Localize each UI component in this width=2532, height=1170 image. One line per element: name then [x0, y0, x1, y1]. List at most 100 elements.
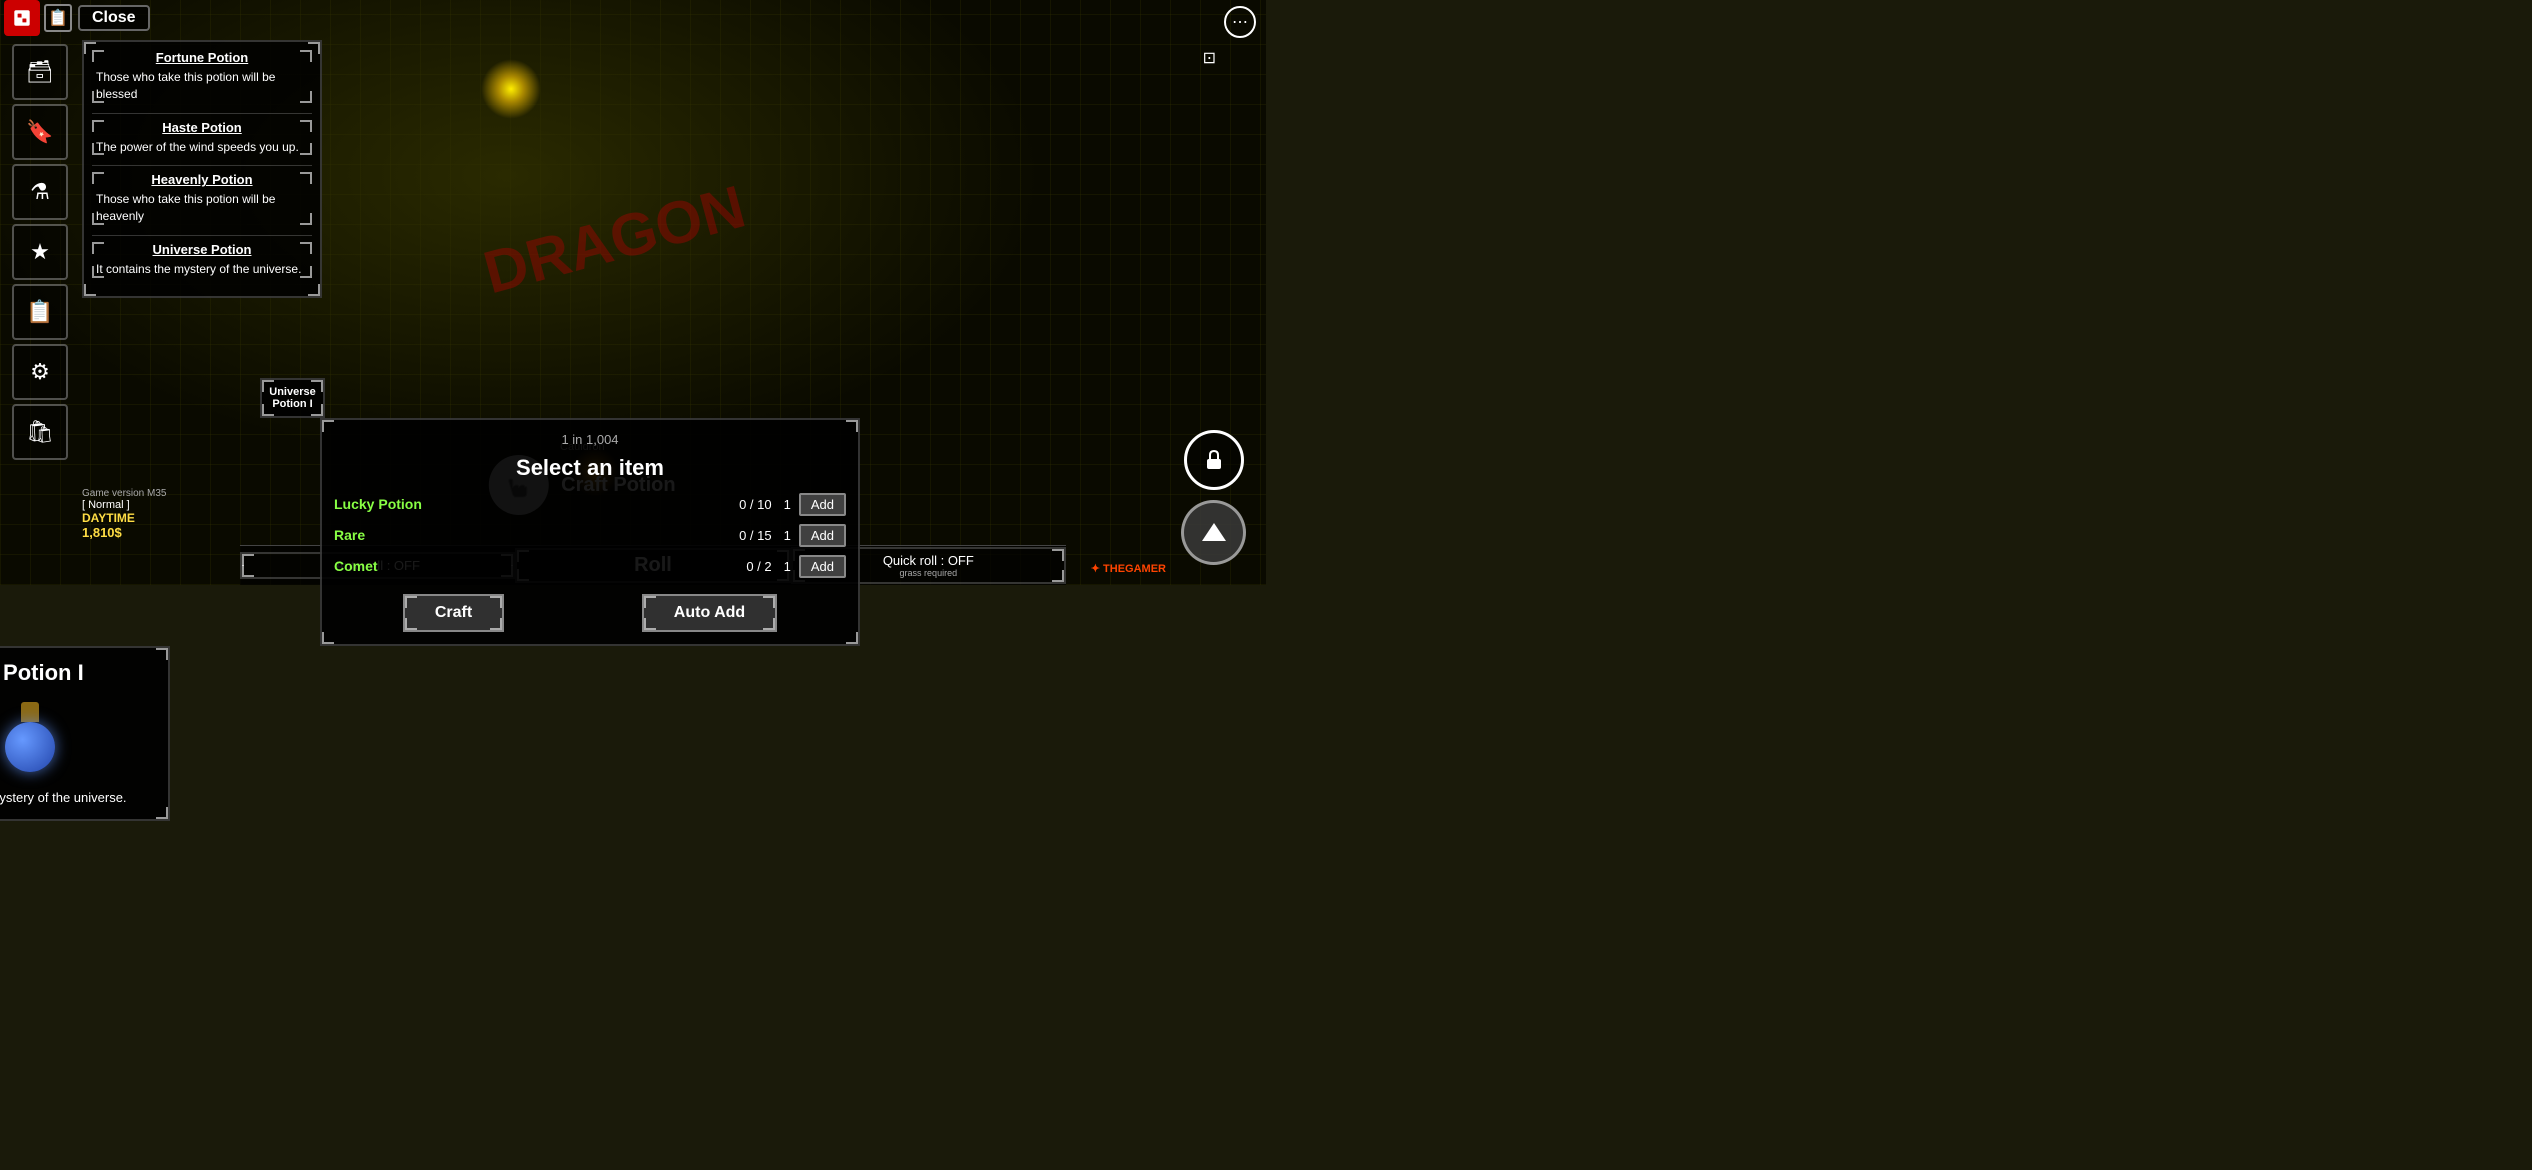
add-button-rare[interactable]: Add: [799, 524, 846, 547]
item-count-rare: 0 / 15: [739, 528, 772, 543]
right-panel: Universe Potion I It contains the myster…: [0, 646, 170, 822]
fortune-potion-name: Fortune Potion: [92, 50, 312, 65]
money-label: 1,810$: [82, 525, 166, 540]
corner-tr: [1052, 549, 1064, 561]
corner-tl: [92, 50, 104, 62]
corner-br: [763, 618, 775, 630]
left-sidebar: 🗃 🔖 ⚗ ★ 📋 ⚙ 🛍: [0, 40, 80, 585]
corner-br: [156, 807, 168, 819]
thegamer-logo: ✦ THEGAMER: [1091, 562, 1166, 575]
sidebar-icon-bookmark[interactable]: 🔖: [12, 104, 68, 160]
haste-potion-entry: Haste Potion The power of the wind speed…: [92, 120, 312, 156]
corner-tl: [405, 596, 417, 608]
bottle-neck: [21, 702, 39, 722]
divider-3: [92, 235, 312, 236]
fortune-potion-entry: Fortune Potion Those who take this potio…: [92, 50, 312, 103]
item-row-comet: Comet 0 / 2 1 Add: [334, 555, 846, 578]
bottom-right-controls: [1181, 430, 1246, 565]
corner-tr: [311, 380, 323, 392]
corner-br: [300, 266, 312, 278]
note-icon[interactable]: 📋: [44, 4, 72, 32]
info-panel: Fortune Potion Those who take this potio…: [82, 40, 322, 298]
select-item-modal: 1 in 1,004 Select an item Lucky Potion 0…: [320, 418, 860, 646]
corner-tl: [262, 380, 274, 392]
corner-bl: [405, 618, 417, 630]
divider-2: [92, 165, 312, 166]
game-info: Game version M35 [ Normal ] DAYTIME 1,81…: [82, 488, 166, 540]
craft-button[interactable]: Craft: [403, 594, 504, 632]
item-name-rare: Rare: [334, 527, 727, 543]
corner-br: [300, 213, 312, 225]
corner-tr: [490, 596, 502, 608]
haste-potion-name: Haste Potion: [92, 120, 312, 135]
item-count-comet: 0 / 2: [746, 559, 771, 574]
sidebar-icons-container: 🗃 🔖 ⚗ ★ 📋 ⚙ 🛍: [0, 40, 80, 585]
roblox-logo[interactable]: [4, 0, 40, 36]
divider-1: [92, 113, 312, 114]
corner-br: [1052, 570, 1064, 582]
light-glow-top: [481, 59, 541, 119]
universe-potion-entry: Universe Potion It contains the mystery …: [92, 242, 312, 278]
corner-bl: [262, 404, 274, 416]
universe-potion-desc: It contains the mystery of the universe.: [92, 261, 312, 278]
corner-tr: [300, 172, 312, 184]
game-mode: [ Normal ]: [82, 499, 166, 511]
corner-bl: [322, 632, 334, 644]
corner-tl: [92, 172, 104, 184]
item-name-comet: Comet: [334, 558, 734, 574]
craft-label: Craft: [435, 604, 472, 621]
item-qty-comet: 1: [784, 559, 791, 574]
auto-add-button[interactable]: Auto Add: [642, 594, 777, 632]
fortune-potion-desc: Those who take this potion will be bless…: [92, 69, 312, 103]
selected-item-mini-panel[interactable]: Universe Potion I: [260, 378, 325, 418]
item-count-lucky: 0 / 10: [739, 497, 772, 512]
auto-add-label: Auto Add: [674, 604, 745, 621]
haste-potion-desc: The power of the wind speeds you up.: [92, 139, 312, 156]
modal-title: Select an item: [334, 455, 846, 481]
corner-tl: [322, 420, 334, 432]
sidebar-icon-settings[interactable]: ⚙: [12, 344, 68, 400]
corner-tl: [92, 120, 104, 132]
corner-bl: [92, 91, 104, 103]
modal-counter: 1 in 1,004: [334, 432, 846, 447]
corner-tl: [92, 242, 104, 254]
item-qty-rare: 1: [784, 528, 791, 543]
corner-bl: [92, 143, 104, 155]
heavenly-potion-entry: Heavenly Potion Those who take this poti…: [92, 172, 312, 225]
corner-tr: [300, 50, 312, 62]
item-name-lucky: Lucky Potion: [334, 496, 727, 512]
sidebar-icon-clipboard[interactable]: 📋: [12, 284, 68, 340]
right-panel-description: It contains the mystery of the universe.: [0, 788, 156, 808]
lock-button[interactable]: [1184, 430, 1244, 490]
corner-tr: [300, 242, 312, 254]
corner-bl: [644, 618, 656, 630]
corner-br: [311, 404, 323, 416]
item-qty-lucky: 1: [784, 497, 791, 512]
sidebar-icon-star[interactable]: ★: [12, 224, 68, 280]
up-button[interactable]: [1181, 500, 1246, 565]
add-button-lucky[interactable]: Add: [799, 493, 846, 516]
heavenly-potion-desc: Those who take this potion will be heave…: [92, 191, 312, 225]
bottle-body: [5, 722, 55, 772]
corner-bl: [92, 213, 104, 225]
corner-tr: [846, 420, 858, 432]
corner-tr: [156, 648, 168, 660]
modal-actions: Craft Auto Add: [334, 594, 846, 632]
sidebar-icon-chest[interactable]: 🗃: [12, 44, 68, 100]
corner-br: [300, 143, 312, 155]
sidebar-icon-flask[interactable]: ⚗: [12, 164, 68, 220]
potion-bottle: [0, 702, 60, 772]
heavenly-potion-name: Heavenly Potion: [92, 172, 312, 187]
top-bar: 📋 Close ⋯ ⊡: [0, 0, 1266, 36]
corner-tl: [644, 596, 656, 608]
corner-tr: [300, 120, 312, 132]
close-label: Close: [92, 9, 136, 27]
corner-tr: [763, 596, 775, 608]
close-button[interactable]: Close: [78, 5, 150, 31]
menu-dots-button[interactable]: ⋯: [1224, 6, 1256, 38]
item-row-rare: Rare 0 / 15 1 Add: [334, 524, 846, 547]
universe-potion-name: Universe Potion: [92, 242, 312, 257]
corner-bl: [242, 565, 254, 577]
sidebar-icon-bag[interactable]: 🛍: [12, 404, 68, 460]
add-button-comet[interactable]: Add: [799, 555, 846, 578]
